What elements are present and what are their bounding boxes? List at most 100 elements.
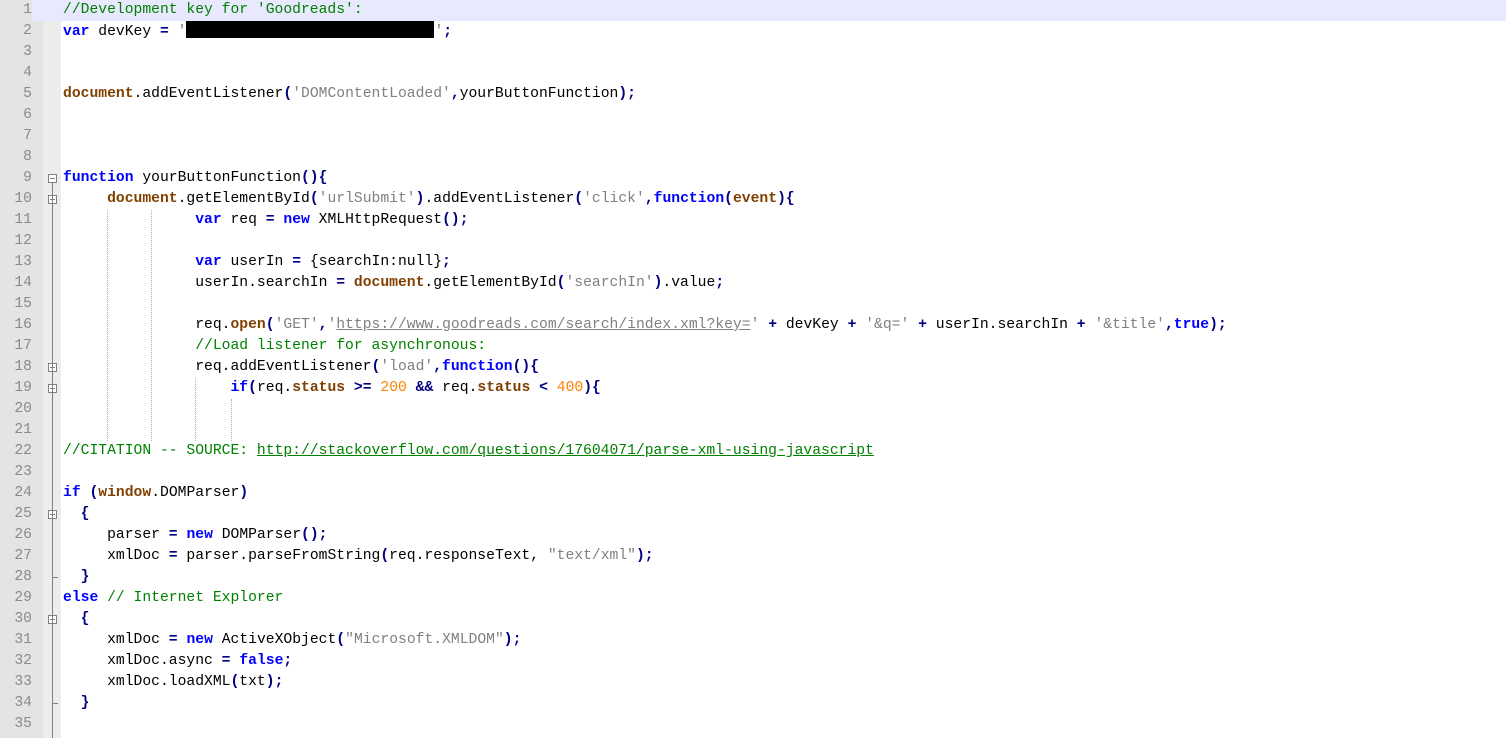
- code-token: (: [248, 380, 257, 396]
- code-token: ();: [442, 212, 469, 228]
- line-number: 26: [14, 527, 32, 543]
- code-line[interactable]: 6: [0, 105, 1506, 126]
- code-token: .value: [662, 275, 716, 291]
- line-number: 5: [23, 86, 32, 102]
- line-code: var devKey = ' ';: [63, 21, 452, 43]
- code-line[interactable]: 8: [0, 147, 1506, 168]
- code-token: var: [63, 24, 90, 40]
- code-line[interactable]: 13 var userIn = {searchIn:null};: [0, 252, 1506, 273]
- line-number: 1: [0, 0, 32, 21]
- code-line[interactable]: 4: [0, 63, 1506, 84]
- code-line[interactable]: 21: [0, 420, 1506, 441]
- code-line[interactable]: 17 //Load listener for asynchronous:: [0, 336, 1506, 357]
- code-token: open: [230, 317, 266, 333]
- code-line[interactable]: 31 xmlDoc = new ActiveXObject("Microsoft…: [0, 630, 1506, 651]
- code-line[interactable]: 11 var req = new XMLHttpRequest();: [0, 210, 1506, 231]
- redacted-api-key: [186, 21, 435, 38]
- code-line[interactable]: 28 }: [0, 567, 1506, 588]
- code-line[interactable]: 20: [0, 399, 1506, 420]
- code-line[interactable]: 15: [0, 294, 1506, 315]
- code-line[interactable]: 25 {: [0, 504, 1506, 525]
- code-line[interactable]: 23: [0, 462, 1506, 483]
- line-number: 22: [14, 443, 32, 459]
- line-code: xmlDoc = parser.parseFromString(req.resp…: [63, 546, 654, 567]
- code-token: DOMParser: [212, 527, 302, 543]
- code-line[interactable]: 14 userIn.searchIn = document.getElement…: [0, 273, 1506, 294]
- code-line[interactable]: 3: [0, 42, 1506, 63]
- code-line[interactable]: 19 if(req.status >= 200 && req.status < …: [0, 378, 1506, 399]
- code-line[interactable]: 26 parser = new DOMParser();: [0, 525, 1506, 546]
- code-token: ;: [443, 24, 453, 40]
- code-token: if: [230, 380, 249, 396]
- code-token: 'GET': [274, 317, 319, 333]
- code-token: req.: [433, 380, 478, 396]
- citation-link[interactable]: http://stackoverflow.com/questions/17604…: [257, 443, 874, 459]
- code-line[interactable]: 22 //CITATION -- SOURCE: http://stackover…: [0, 441, 1506, 462]
- url-string[interactable]: https://www.goodreads.com/search/index.x…: [336, 317, 750, 333]
- code-token: ;: [283, 653, 293, 669]
- code-token: {: [80, 611, 90, 627]
- code-line[interactable]: 24 if (window.DOMParser): [0, 483, 1506, 504]
- code-line[interactable]: 29 else // Internet Explorer: [0, 588, 1506, 609]
- code-line[interactable]: 9 function yourButtonFunction(){: [0, 168, 1506, 189]
- code-line[interactable]: 12: [0, 231, 1506, 252]
- code-token: ,: [450, 86, 460, 102]
- code-token: document: [63, 86, 134, 102]
- code-line[interactable]: 16 req.open('GET', 'https://www.goodreads…: [0, 315, 1506, 336]
- code-line[interactable]: 2 var devKey = ' ';: [0, 21, 1506, 42]
- line-number: 15: [14, 296, 32, 312]
- comment-token: //CITATION -- SOURCE:: [63, 443, 257, 459]
- code-line[interactable]: 10 document.getElementById('urlSubmit').…: [0, 189, 1506, 210]
- code-token: (: [89, 485, 99, 501]
- code-token: xmlDoc.loadXML: [63, 674, 231, 690]
- code-line[interactable]: 32 xmlDoc.async = false;: [0, 651, 1506, 672]
- code-token: "Microsoft.XMLDOM": [345, 632, 504, 648]
- code-line[interactable]: 7: [0, 126, 1506, 147]
- code-token: ,: [433, 359, 443, 375]
- code-token: new: [283, 212, 310, 228]
- line-code: req.open('GET', 'https://www.goodreads.co…: [63, 315, 1227, 336]
- code-token: req.responseText,: [389, 548, 548, 564]
- code-line[interactable]: 18 req.addEventListener('load',function(…: [0, 357, 1506, 378]
- fold-toggle-icon[interactable]: [48, 174, 57, 183]
- code-token: txt: [239, 674, 266, 690]
- code-token: .getElementById: [424, 275, 557, 291]
- code-token: }: [80, 695, 90, 711]
- code-line[interactable]: 5 document.addEventListener('DOMContentLo…: [0, 84, 1506, 105]
- indent-guide: [151, 210, 153, 441]
- line-code: }: [63, 567, 90, 588]
- code-token: ,: [1164, 317, 1174, 333]
- code-token: ): [239, 485, 249, 501]
- line-code: if(req.status >= 200 && req.status < 400…: [63, 378, 600, 399]
- code-token: document: [353, 275, 425, 291]
- code-token: window: [98, 485, 152, 501]
- code-token: (: [283, 86, 293, 102]
- code-token: .DOMParser: [151, 485, 240, 501]
- code-line[interactable]: 34 }: [0, 693, 1506, 714]
- code-editor[interactable]: 1 //Development key for 'Goodreads': 2 var …: [0, 0, 1506, 738]
- code-token: '&q=': [865, 317, 910, 333]
- code-token: +: [768, 317, 778, 333]
- code-line[interactable]: 27 xmlDoc = parser.parseFromString(req.r…: [0, 546, 1506, 567]
- code-token: devKey: [89, 24, 160, 40]
- code-token: devKey: [777, 317, 848, 333]
- line-code: function yourButtonFunction(){: [63, 168, 327, 189]
- indent-guide: [230, 399, 232, 441]
- line-code: parser = new DOMParser();: [63, 525, 327, 546]
- code-line[interactable]: 33 xmlDoc.loadXML(txt);: [0, 672, 1506, 693]
- code-line[interactable]: 1 //Development key for 'Goodreads':: [0, 0, 1506, 21]
- fold-range-line: [52, 420, 53, 738]
- line-number: 4: [23, 65, 32, 81]
- code-token: &&: [415, 380, 434, 396]
- code-line[interactable]: 30 {: [0, 609, 1506, 630]
- line-number: 7: [23, 128, 32, 144]
- code-line[interactable]: 35: [0, 714, 1506, 735]
- code-token: (: [265, 317, 275, 333]
- line-number: 23: [14, 464, 32, 480]
